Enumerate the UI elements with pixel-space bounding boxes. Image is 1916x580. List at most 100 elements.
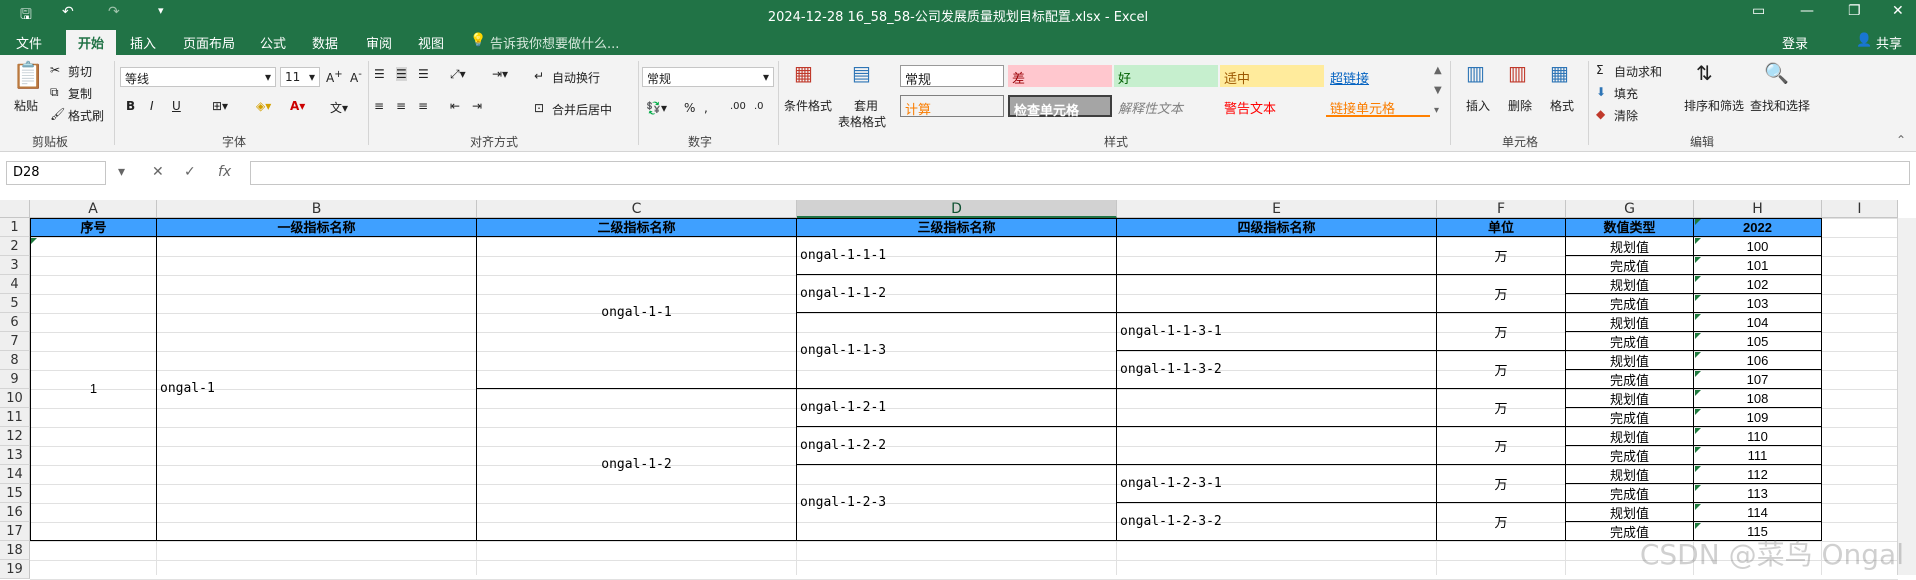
cell-e-merged[interactable] [1117, 237, 1437, 275]
row-header-9[interactable]: 9 [0, 370, 30, 389]
comma-icon[interactable]: , [704, 101, 708, 115]
format-cells-button[interactable]: 格式 [1550, 97, 1574, 114]
cut-button[interactable]: 剪切 [68, 63, 92, 80]
column-header-e[interactable]: E [1117, 200, 1437, 218]
copy-icon[interactable]: ⧉ [50, 85, 59, 100]
align-middle-icon[interactable]: ☰ [396, 67, 407, 81]
cell-h-value[interactable]: 108 [1694, 389, 1822, 408]
align-left-icon[interactable]: ≡ [374, 99, 384, 113]
italic-button[interactable]: I [150, 99, 154, 113]
align-center-icon[interactable]: ≡ [396, 99, 406, 113]
style-check-cell[interactable]: 检查单元格 [1008, 95, 1112, 119]
row-header-4[interactable]: 4 [0, 275, 30, 294]
format-cells-icon[interactable]: ▦ [1550, 61, 1569, 85]
cell-h-value[interactable]: 104 [1694, 313, 1822, 332]
cell-h-value[interactable]: 109 [1694, 408, 1822, 427]
cell-h-value[interactable]: 111 [1694, 446, 1822, 465]
row-header-18[interactable]: 18 [0, 541, 30, 560]
cell-d-merged[interactable]: ongal-1-1-3 [797, 313, 1117, 389]
indent-icon[interactable]: ⇥▾ [492, 67, 508, 81]
increase-indent-icon[interactable]: ⇥ [472, 99, 482, 113]
sort-filter-button[interactable]: 排序和筛选 [1684, 97, 1744, 114]
cell-b2-merged[interactable]: ongal-1 [157, 237, 477, 541]
orientation-icon[interactable]: ⤢▾ [450, 67, 466, 82]
cell-g-type[interactable]: 完成值 [1566, 370, 1694, 389]
find-select-button[interactable]: 查找和选择 [1750, 97, 1810, 114]
column-header-a[interactable]: A [30, 200, 157, 218]
share-button[interactable]: 共享 [1876, 33, 1902, 52]
cell-e-merged[interactable] [1117, 275, 1437, 313]
cell-g-type[interactable]: 规划值 [1566, 503, 1694, 522]
cell-h-value[interactable]: 101 [1694, 256, 1822, 275]
insert-cells-icon[interactable]: ▥ [1466, 61, 1485, 85]
column-header-b[interactable]: B [157, 200, 477, 218]
cell-e-merged[interactable]: ongal-1-2-3-2 [1117, 503, 1437, 541]
row-header-7[interactable]: 7 [0, 332, 30, 351]
align-bottom-icon[interactable]: ☰ [418, 67, 429, 81]
underline-button[interactable]: U [172, 99, 181, 113]
tab-home[interactable]: 开始 [66, 30, 117, 55]
format-table-label2[interactable]: 表格格式 [838, 113, 886, 130]
header-cell-g[interactable]: 数值类型 [1566, 218, 1694, 237]
cell-g-type[interactable]: 完成值 [1566, 484, 1694, 503]
find-select-icon[interactable]: 🔍 [1764, 61, 1789, 85]
row-header-5[interactable]: 5 [0, 294, 30, 313]
name-box-dropdown-icon[interactable]: ▾ [118, 164, 125, 180]
tab-data[interactable]: 数据 [312, 33, 338, 52]
clear-icon[interactable]: ◆ [1596, 107, 1605, 121]
fill-button[interactable]: 填充 [1614, 85, 1638, 102]
merge-icon[interactable]: ⊡ [534, 101, 544, 115]
login-link[interactable]: 登录 [1782, 33, 1808, 52]
cell-h-value[interactable]: 112 [1694, 465, 1822, 484]
style-normal[interactable]: 常规 [900, 65, 1004, 88]
header-cell-d[interactable]: 三级指标名称 [797, 218, 1117, 237]
style-bad[interactable]: 差 [1008, 65, 1112, 87]
clear-button[interactable]: 清除 [1614, 107, 1638, 124]
cell-f-unit[interactable]: 万 [1437, 503, 1566, 541]
style-neutral[interactable]: 适中 [1220, 65, 1324, 87]
column-header-h[interactable]: H [1694, 200, 1822, 218]
percent-button[interactable]: % [684, 101, 695, 115]
number-format-combo[interactable]: 常规 ▾ [642, 67, 774, 87]
row-header-19[interactable]: 19 [0, 560, 30, 579]
cell-g-type[interactable]: 完成值 [1566, 446, 1694, 465]
row-header-15[interactable]: 15 [0, 484, 30, 503]
cell-g-type[interactable]: 完成值 [1566, 256, 1694, 275]
cell-g-type[interactable]: 规划值 [1566, 237, 1694, 256]
row-header-12[interactable]: 12 [0, 427, 30, 446]
row-header-17[interactable]: 17 [0, 522, 30, 541]
cell-h-value[interactable]: 102 [1694, 275, 1822, 294]
close-icon[interactable]: ✕ [1892, 3, 1904, 19]
cell-h-value[interactable]: 103 [1694, 294, 1822, 313]
tab-review[interactable]: 审阅 [366, 33, 392, 52]
borders-icon[interactable]: ⊞▾ [212, 99, 228, 113]
grow-font-icon[interactable]: A+ [326, 69, 343, 85]
bold-button[interactable]: B [126, 99, 135, 113]
header-cell-h[interactable]: 2022 [1694, 218, 1822, 237]
header-cell-f[interactable]: 单位 [1437, 218, 1566, 237]
style-warning[interactable]: 警告文本 [1220, 95, 1324, 117]
wrap-text-icon[interactable]: ↵ [534, 69, 544, 83]
cell-g-type[interactable]: 完成值 [1566, 294, 1694, 313]
delete-cells-icon[interactable]: ▥ [1508, 61, 1527, 85]
format-painter-icon[interactable]: 🖌 [50, 107, 65, 121]
phonetic-icon[interactable]: 文▾ [330, 99, 348, 116]
styles-scroll-down-icon[interactable]: ▼ [1434, 85, 1442, 96]
cell-f-unit[interactable]: 万 [1437, 465, 1566, 503]
cell-h-value[interactable]: 105 [1694, 332, 1822, 351]
style-good[interactable]: 好 [1114, 65, 1218, 87]
header-cell-e[interactable]: 四级指标名称 [1117, 218, 1437, 237]
conditional-format-button[interactable]: 条件格式 [784, 97, 832, 114]
format-table-icon[interactable]: ▤ [852, 61, 871, 85]
font-size-combo[interactable]: 11 ▾ [280, 67, 320, 87]
cell-g-type[interactable]: 规划值 [1566, 313, 1694, 332]
cell-d-merged[interactable]: ongal-1-2-1 [797, 389, 1117, 427]
cell-g-type[interactable]: 规划值 [1566, 427, 1694, 446]
header-cell-b[interactable]: 一级指标名称 [157, 218, 477, 237]
style-hyperlink[interactable]: 超链接 [1326, 65, 1430, 87]
merge-center-button[interactable]: 合并后居中 [552, 101, 612, 118]
cut-icon[interactable]: ✂ [50, 63, 60, 77]
decrease-decimal-icon[interactable]: .0 [754, 101, 764, 112]
cell-f-unit[interactable]: 万 [1437, 313, 1566, 351]
cell-g-type[interactable]: 规划值 [1566, 465, 1694, 484]
